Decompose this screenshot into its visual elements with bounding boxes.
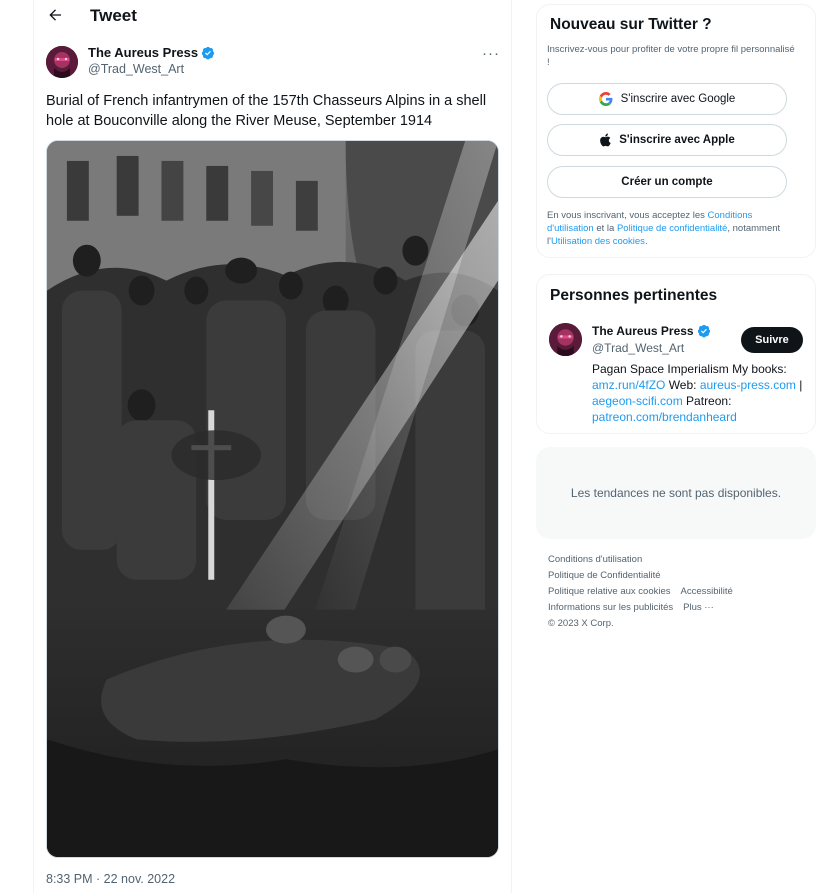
apple-signup-button[interactable]: S'inscrire avec Apple [547, 124, 787, 156]
trends-unavailable-text: Les tendances ne sont pas disponibles. [570, 486, 782, 500]
author-name-text: The Aureus Press [88, 45, 199, 60]
more-button[interactable]: ··· [480, 42, 502, 64]
bio-link-aegeon[interactable]: aegeon-scifi.com [592, 394, 683, 408]
footer-ads-link[interactable]: Informations sur les publicités [548, 600, 673, 616]
author-handle[interactable]: @Trad_West_Art [88, 62, 184, 76]
tweet-timestamp[interactable]: 8:33 PM · 22 nov. 2022 [46, 872, 175, 886]
relevant-people-title: Personnes pertinentes [550, 287, 718, 304]
trends-unavailable-box: Les tendances ne sont pas disponibles. [536, 447, 816, 539]
relevant-name[interactable]: The Aureus Press [592, 324, 711, 338]
back-button[interactable] [44, 4, 66, 26]
google-signup-button[interactable]: S'inscrire avec Google [547, 83, 787, 115]
cookies-link[interactable]: Utilisation des cookies [551, 236, 645, 247]
footer-accessibility-link[interactable]: Accessibilité [681, 584, 733, 600]
bio-link-amz[interactable]: amz.run/4fZO [592, 378, 665, 392]
footer-more-link[interactable]: Plus ··· [683, 600, 714, 616]
legal-middle: et la [593, 223, 617, 234]
apple-icon [600, 133, 611, 147]
create-account-button[interactable]: Créer un compte [547, 166, 787, 198]
follow-button[interactable]: Suivre [741, 327, 803, 353]
verified-badge-icon [697, 324, 710, 338]
arrow-left-icon [49, 9, 61, 21]
google-signup-label: S'inscrire avec Google [620, 93, 736, 105]
tweet-photo[interactable] [46, 140, 499, 858]
bio-link-patreon[interactable]: patreon.com/brendanheard [592, 410, 737, 424]
historical-photo-image [47, 141, 498, 857]
relevant-people-card: Personnes pertinentes The Aureus Press @… [536, 274, 816, 434]
privacy-link[interactable]: Politique de confidentialité [617, 223, 727, 234]
relevant-avatar[interactable] [549, 323, 582, 356]
footer-privacy-link[interactable]: Politique de Confidentialité [548, 568, 661, 584]
verified-badge-icon [201, 46, 215, 59]
primary-column: Tweet The Aureus Press @Trad_West_Art ··… [33, 0, 512, 893]
bio-link-aureus[interactable]: aureus-press.com [700, 378, 796, 392]
bio-text-3: | [795, 378, 803, 392]
signup-card: Nouveau sur Twitter ? Inscrivez-vous pou… [536, 4, 816, 258]
tweet-text: Burial of French infantrymen of the 157t… [46, 93, 487, 129]
bio-text-2: Web: [665, 378, 700, 392]
relevant-name-text: The Aureus Press [592, 324, 694, 338]
signup-subtitle: Inscrivez-vous pour profiter de votre pr… [547, 44, 795, 68]
author-name[interactable]: The Aureus Press [88, 45, 215, 60]
footer-terms-link[interactable]: Conditions d'utilisation [548, 552, 642, 568]
relevant-handle[interactable]: @Trad_West_Art [592, 341, 684, 355]
footer-links: Conditions d'utilisation Politique de Co… [548, 552, 808, 632]
footer-cookies-link[interactable]: Politique relative aux cookies [548, 584, 671, 600]
bio-text-1: Pagan Space Imperialism My books: [592, 362, 787, 376]
signup-legal-text: En vous inscrivant, vous acceptez les Co… [547, 209, 797, 248]
legal-prefix: En vous inscrivant, vous acceptez les [547, 210, 708, 221]
page-title: Tweet [90, 6, 137, 25]
author-avatar[interactable] [46, 46, 78, 78]
footer-copyright: © 2023 X Corp. [548, 618, 614, 629]
google-icon [598, 92, 613, 106]
legal-suffix: . [644, 236, 648, 247]
bio-text-4: Patreon: [682, 394, 732, 408]
create-account-label: Créer un compte [621, 176, 713, 188]
header: Tweet [34, 0, 511, 32]
apple-signup-label: S'inscrire avec Apple [619, 134, 735, 146]
more-icon: ··· [482, 44, 500, 62]
relevant-bio: Pagan Space Imperialism My books: amz.ru… [592, 361, 808, 425]
signup-title: Nouveau sur Twitter ? [550, 16, 712, 33]
